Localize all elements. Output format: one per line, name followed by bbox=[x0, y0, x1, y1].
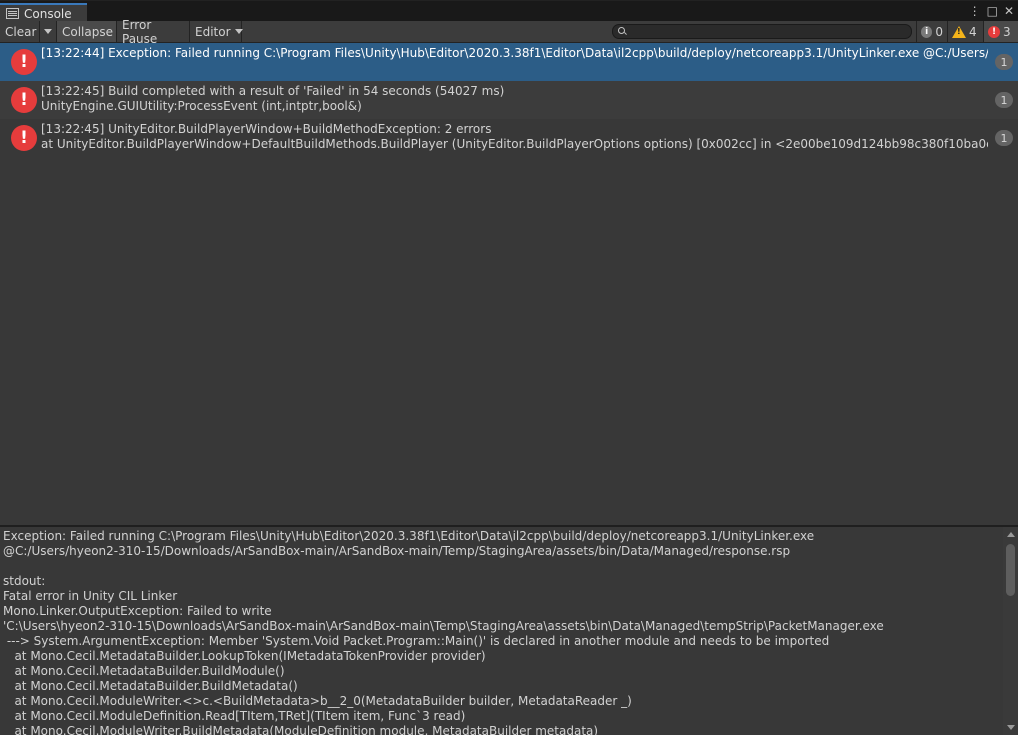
error-icon: ! bbox=[11, 125, 37, 151]
tab-console-label: Console bbox=[24, 6, 72, 21]
error-icon: ! bbox=[988, 25, 1000, 38]
collapse-toggle-label: Collapse bbox=[62, 24, 113, 39]
maximize-icon[interactable]: □ bbox=[987, 4, 998, 18]
stack-trace-line: Exception: Failed running C:\Program Fil… bbox=[3, 529, 815, 543]
clear-options-dropdown[interactable] bbox=[40, 21, 57, 42]
error-count: 3 bbox=[1003, 24, 1011, 39]
stack-trace-line: at Mono.Cecil.MetadataBuilder.LookupToke… bbox=[3, 649, 486, 663]
log-entry-text: [13:22:45] Build completed with a result… bbox=[41, 84, 988, 114]
search-icon bbox=[618, 27, 625, 34]
log-list: ! [13:22:44] Exception: Failed running C… bbox=[0, 43, 1018, 525]
log-entry-line1: [13:22:45] UnityEditor.BuildPlayerWindow… bbox=[41, 122, 492, 136]
more-menu-icon[interactable]: ⋮ bbox=[969, 4, 981, 18]
stack-trace-line: stdout: bbox=[3, 574, 46, 588]
console-toolbar: Clear Collapse Error Pause Editor i 0 ! … bbox=[0, 18, 1018, 46]
scroll-up-icon[interactable] bbox=[1007, 532, 1015, 537]
stack-trace-line: @C:/Users/hyeon2-310-15/Downloads/ArSand… bbox=[3, 544, 791, 558]
clear-button-label: Clear bbox=[5, 24, 37, 39]
stack-trace-line: at Mono.Cecil.ModuleDefinition.Read[TIte… bbox=[3, 709, 466, 723]
scroll-down-icon[interactable] bbox=[1007, 725, 1015, 730]
close-icon[interactable]: ✕ bbox=[1004, 4, 1014, 18]
stack-trace-line: at Mono.Cecil.MetadataBuilder.BuildMetad… bbox=[3, 679, 298, 693]
tab-console[interactable]: Console bbox=[0, 3, 87, 22]
stack-trace-scrollbar[interactable] bbox=[1003, 527, 1018, 735]
clear-button[interactable]: Clear bbox=[0, 21, 40, 42]
stack-trace-panel[interactable]: Exception: Failed running C:\Program Fil… bbox=[0, 527, 1003, 735]
log-entry-line2: at UnityEditor.BuildPlayerWindow+Default… bbox=[41, 137, 988, 151]
warning-count-toggle[interactable]: ! 4 bbox=[947, 21, 983, 42]
editor-dropdown[interactable]: Editor bbox=[190, 21, 243, 42]
stack-trace-line: ---> System.ArgumentException: Member 'S… bbox=[3, 634, 830, 648]
warning-icon: ! bbox=[952, 25, 966, 38]
log-entry[interactable]: ! [13:22:45] UnityEditor.BuildPlayerWind… bbox=[0, 119, 1018, 157]
chevron-down-icon bbox=[234, 29, 243, 34]
error-count-toggle[interactable]: ! 3 bbox=[983, 21, 1018, 42]
collapse-count-badge: 1 bbox=[995, 92, 1013, 108]
chevron-down-icon bbox=[44, 29, 52, 34]
warning-count: 4 bbox=[969, 24, 977, 39]
log-entry-line2: UnityEngine.GUIUtility:ProcessEvent (int… bbox=[41, 99, 362, 113]
log-entry-line1: [13:22:45] Build completed with a result… bbox=[41, 84, 505, 98]
search-input[interactable] bbox=[612, 24, 912, 39]
stack-trace-line: at Mono.Cecil.MetadataBuilder.BuildModul… bbox=[3, 664, 285, 678]
error-icon: ! bbox=[11, 49, 37, 75]
editor-dropdown-label: Editor bbox=[195, 24, 231, 39]
collapse-toggle[interactable]: Collapse bbox=[57, 21, 117, 42]
log-entry-text: [13:22:44] Exception: Failed running C:\… bbox=[41, 46, 988, 61]
log-entry[interactable]: ! [13:22:45] Build completed with a resu… bbox=[0, 81, 1018, 119]
window-controls: ⋮ □ ✕ bbox=[969, 4, 1014, 18]
console-icon bbox=[6, 8, 19, 19]
stack-trace-line: Mono.Linker.OutputException: Failed to w… bbox=[3, 604, 272, 618]
log-entry[interactable]: ! [13:22:44] Exception: Failed running C… bbox=[0, 43, 1018, 81]
stack-trace-line: at Mono.Cecil.ModuleWriter.<>c.<BuildMet… bbox=[3, 694, 632, 708]
error-pause-label: Error Pause bbox=[122, 17, 158, 46]
collapse-count-badge: 1 bbox=[995, 130, 1013, 146]
error-pause-toggle[interactable]: Error Pause bbox=[117, 18, 190, 46]
stack-trace-line: at Mono.Cecil.ModuleWriter.BuildMetadata… bbox=[3, 724, 599, 735]
log-entry-line1: [13:22:44] Exception: Failed running C:\… bbox=[41, 46, 988, 60]
collapse-count-badge: 1 bbox=[995, 54, 1013, 70]
error-icon: ! bbox=[11, 87, 37, 113]
scrollbar-thumb[interactable] bbox=[1006, 544, 1015, 596]
stack-trace-line: 'C:\Users\hyeon2-310-15\Downloads\ArSand… bbox=[3, 619, 884, 633]
info-icon: i bbox=[921, 25, 933, 38]
info-count: 0 bbox=[935, 24, 943, 39]
stack-trace-line: Fatal error in Unity CIL Linker bbox=[3, 589, 178, 603]
info-count-toggle[interactable]: i 0 bbox=[916, 21, 947, 42]
log-entry-text: [13:22:45] UnityEditor.BuildPlayerWindow… bbox=[41, 122, 988, 152]
